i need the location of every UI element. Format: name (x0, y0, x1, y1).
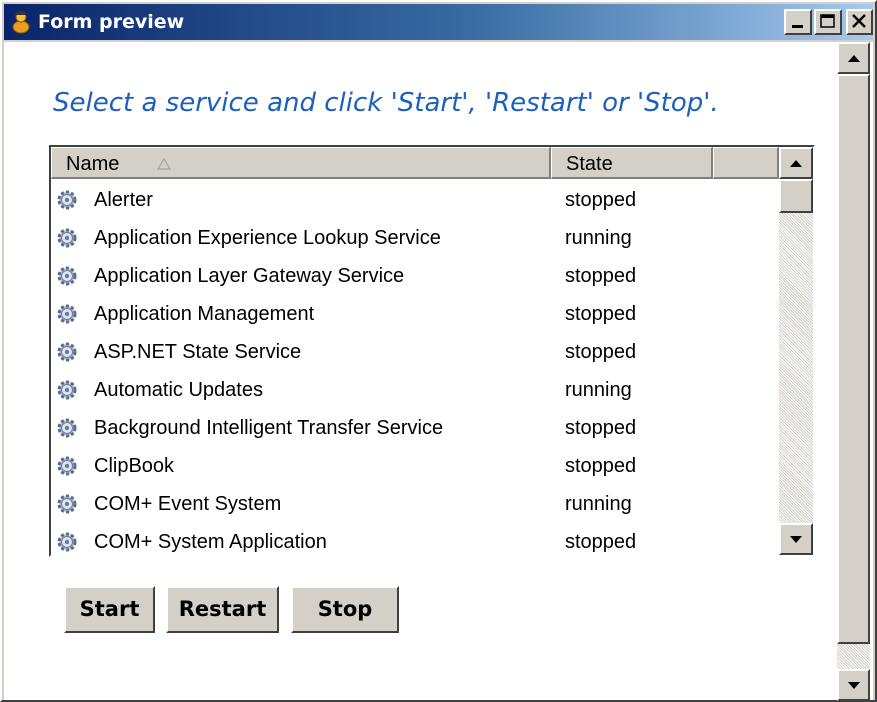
service-state: stopped (565, 303, 637, 325)
arrow-up-icon (790, 160, 802, 167)
close-button[interactable] (846, 9, 873, 35)
list-row[interactable]: Automatic Updates running (51, 371, 779, 409)
gear-icon (57, 418, 77, 438)
minimize-button[interactable] (784, 9, 812, 35)
list-scroll-up-button[interactable] (779, 147, 813, 179)
service-state: running (565, 493, 632, 515)
service-name: Application Layer Gateway Service (94, 265, 405, 287)
sort-ascending-icon (157, 158, 171, 170)
list-row[interactable]: Application Experience Lookup Service ru… (51, 219, 779, 257)
service-state: stopped (565, 417, 637, 439)
gear-icon (57, 494, 77, 514)
form-vertical-scrollbar[interactable] (837, 42, 870, 701)
arrow-down-icon (790, 536, 802, 543)
list-row[interactable]: ClipBook stopped (51, 447, 779, 485)
service-state: stopped (565, 455, 637, 477)
window-title: Form preview (38, 11, 185, 33)
gear-icon (57, 342, 77, 362)
arrow-up-icon (848, 55, 860, 62)
maximize-icon (820, 14, 835, 28)
list-row[interactable]: Application Layer Gateway Service stoppe… (51, 257, 779, 295)
column-header-filler (713, 147, 779, 179)
list-scroll-down-button[interactable] (779, 523, 813, 555)
services-list[interactable]: Name State Alerter stopped Application E… (49, 145, 815, 557)
service-state: running (565, 379, 632, 401)
list-vertical-scrollbar[interactable] (779, 147, 813, 555)
service-name: Automatic Updates (94, 379, 263, 401)
service-name: Background Intelligent Transfer Service (94, 417, 444, 439)
service-name: COM+ Event System (94, 493, 282, 515)
service-name: ClipBook (94, 455, 175, 477)
gear-icon (57, 304, 77, 324)
service-state: running (565, 227, 632, 249)
list-row[interactable]: Alerter stopped (51, 181, 779, 219)
close-icon (852, 14, 866, 28)
service-state: stopped (565, 265, 637, 287)
list-row[interactable]: COM+ System Application stopped (51, 523, 779, 555)
arrow-down-icon (848, 682, 860, 689)
service-name: Application Experience Lookup Service (94, 227, 441, 249)
list-row[interactable]: Application Management stopped (51, 295, 779, 333)
service-state: stopped (565, 189, 637, 211)
column-header-name[interactable]: Name (51, 147, 551, 179)
start-button[interactable]: Start (64, 586, 155, 633)
service-state: stopped (565, 341, 637, 363)
service-name: Alerter (94, 189, 153, 211)
restart-button[interactable]: Restart (166, 586, 279, 633)
stop-button[interactable]: Stop (291, 586, 399, 633)
form-scroll-thumb[interactable] (837, 74, 870, 644)
gear-icon (57, 380, 77, 400)
column-header-label: State (566, 153, 613, 175)
service-state: stopped (565, 531, 637, 553)
minimize-icon (792, 25, 803, 28)
maximize-button[interactable] (814, 9, 842, 35)
form-preview-window: Form preview Select a service and click … (0, 0, 877, 702)
list-row[interactable]: ASP.NET State Service stopped (51, 333, 779, 371)
list-scroll-thumb[interactable] (779, 179, 813, 213)
gear-icon (57, 228, 77, 248)
service-name: Application Management (94, 303, 315, 325)
column-header-label: Name (66, 153, 120, 175)
service-name: COM+ System Application (94, 531, 327, 553)
gear-icon (57, 456, 77, 476)
gear-icon (57, 532, 77, 552)
list-header: Name State (51, 147, 779, 179)
gear-icon (57, 190, 77, 210)
form-scroll-down-button[interactable] (837, 669, 870, 701)
title-bar[interactable]: Form preview (4, 4, 873, 40)
gear-icon (57, 266, 77, 286)
list-row[interactable]: Background Intelligent Transfer Service … (51, 409, 779, 447)
app-icon (12, 11, 30, 34)
form-scroll-up-button[interactable] (837, 42, 870, 74)
service-name: ASP.NET State Service (94, 341, 302, 363)
list-row[interactable]: COM+ Event System running (51, 485, 779, 523)
column-header-state[interactable]: State (551, 147, 713, 179)
instruction-text: Select a service and click 'Start', 'Res… (53, 88, 719, 118)
